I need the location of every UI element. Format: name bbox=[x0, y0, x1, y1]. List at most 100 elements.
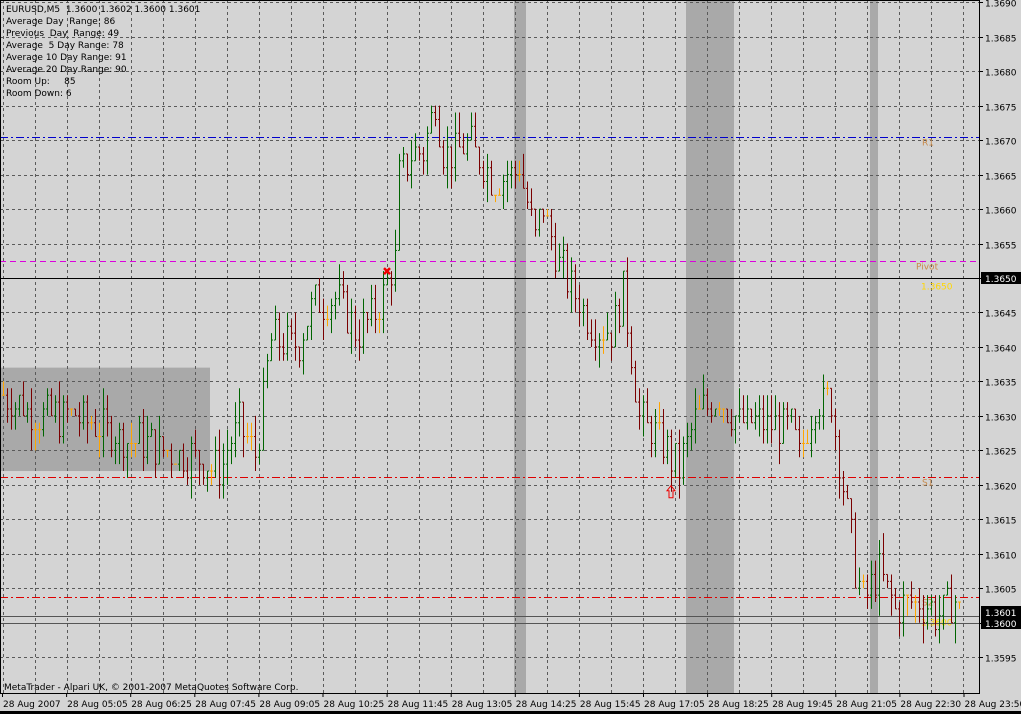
ohlc-bar bbox=[958, 601, 961, 609]
x-tick-label: 28 Aug 23:50 bbox=[965, 700, 1021, 710]
ohlc-bar bbox=[298, 346, 301, 368]
ohlc-bar bbox=[482, 160, 485, 189]
ohlc-bar bbox=[950, 574, 953, 624]
ohlc-bar bbox=[502, 174, 505, 210]
y-tick-label: 1.3625 bbox=[985, 448, 1017, 458]
ohlc-bar bbox=[858, 567, 861, 596]
ohlc-bar bbox=[566, 243, 569, 299]
ohlc-bar bbox=[794, 408, 797, 431]
ohlc-bar bbox=[554, 222, 557, 278]
ohlc-bar bbox=[814, 415, 817, 444]
x-tick-label: 28 Aug 14:25 bbox=[516, 700, 577, 710]
ohlc-bar bbox=[486, 153, 489, 203]
x-tick-label: 28 Aug 07:45 bbox=[195, 700, 256, 710]
ohlc-bar bbox=[370, 284, 373, 327]
ohlc-bar bbox=[606, 312, 609, 341]
ohlc-bar bbox=[762, 395, 765, 444]
ohlc-bar bbox=[834, 408, 837, 451]
ohlc-bar bbox=[238, 388, 241, 437]
ohlc-bar bbox=[398, 153, 401, 251]
ohlc-bar bbox=[742, 395, 745, 424]
ohlc-bar bbox=[818, 408, 821, 430]
ohlc-bar bbox=[258, 443, 261, 465]
previous-day-range: Previous Day Range: 49 bbox=[6, 29, 120, 39]
ohlc-bar bbox=[422, 147, 425, 175]
price-chart[interactable]: 1.3690 1.3685 1.3680 1.3675 1.3670 1.3665 1.36… bbox=[0, 0, 1021, 714]
ohlc-bar bbox=[394, 229, 397, 292]
pivot-level-value-pivot: 1.3650 bbox=[921, 283, 953, 293]
average-10-day-range: Average 10 Day Range: 91 bbox=[6, 53, 127, 63]
ohlc-bar bbox=[418, 146, 421, 161]
ohlc-bar bbox=[218, 429, 221, 499]
ohlc-bar bbox=[326, 305, 329, 327]
ohlc-bar bbox=[882, 533, 885, 582]
ohlc-bar bbox=[426, 126, 429, 175]
ohlc-bar bbox=[478, 146, 481, 175]
ohlc-bar bbox=[594, 319, 597, 361]
ohlc-bar bbox=[526, 181, 529, 210]
ohlc-bar bbox=[798, 415, 801, 458]
ohlc-bar bbox=[910, 581, 913, 609]
chart-frame bbox=[0, 0, 980, 694]
ohlc-bar bbox=[534, 208, 537, 237]
ohlc-bar bbox=[902, 581, 905, 637]
ohlc-bar bbox=[766, 395, 769, 444]
ohlc-bar bbox=[890, 574, 893, 616]
ohlc-bar bbox=[374, 284, 377, 334]
pivot-level-label-s1: S1 bbox=[922, 479, 933, 489]
ohlc-bar bbox=[542, 208, 545, 223]
ohlc-bar bbox=[734, 415, 737, 444]
ohlc-bar bbox=[642, 395, 645, 437]
y-tick-label: 1.3615 bbox=[985, 517, 1017, 527]
x-tick-label: 28 Aug 11:45 bbox=[388, 700, 449, 710]
y-tick-label: 1.3630 bbox=[985, 414, 1017, 424]
y-tick-label: 1.3660 bbox=[985, 207, 1017, 217]
ohlc-bar bbox=[826, 381, 829, 396]
ohlc-bar bbox=[222, 443, 225, 499]
ohlc-bar bbox=[458, 112, 461, 148]
ohlc-bar bbox=[530, 188, 533, 216]
ohlc-bar bbox=[802, 429, 805, 458]
ohlc-bar bbox=[362, 298, 365, 354]
ohlc-bar bbox=[278, 312, 281, 361]
ohlc-bar bbox=[842, 471, 845, 506]
y-tick-label: 1.3595 bbox=[985, 655, 1017, 665]
y-tick-label: 1.3610 bbox=[985, 552, 1017, 562]
ohlc-bar bbox=[442, 140, 445, 175]
y-tick-label: 1.3635 bbox=[985, 379, 1017, 389]
ohlc-bar bbox=[378, 312, 381, 334]
ohlc-bar bbox=[274, 305, 277, 341]
ohlc-bar bbox=[806, 429, 809, 444]
ohlc-bar bbox=[822, 374, 825, 430]
ohlc-bar bbox=[310, 291, 313, 341]
ohlc-bar bbox=[286, 312, 289, 361]
ohlc-bar bbox=[334, 291, 337, 320]
ohlc-bar bbox=[382, 271, 385, 334]
ohlc-bar bbox=[754, 402, 757, 430]
y-tick-label: 1.3685 bbox=[985, 35, 1017, 45]
ohlc-bar bbox=[894, 588, 897, 610]
ohlc-bar bbox=[318, 278, 321, 313]
ohlc-bar bbox=[778, 402, 781, 465]
ohlc-bar bbox=[470, 112, 473, 141]
ohlc-bar bbox=[574, 264, 577, 313]
ohlc-bar bbox=[830, 387, 833, 423]
ohlc-bar bbox=[638, 388, 641, 430]
ohlc-bar bbox=[586, 298, 589, 341]
ohlc-bar bbox=[214, 436, 217, 478]
y-tick-label: 1.3640 bbox=[985, 345, 1017, 355]
ohlc-bar bbox=[618, 298, 621, 334]
ohlc-bar bbox=[838, 429, 841, 499]
ohlc-bar bbox=[662, 408, 665, 465]
ohlc-bar bbox=[758, 395, 761, 437]
ohlc-bar bbox=[610, 332, 613, 361]
ohlc-bar bbox=[430, 105, 433, 134]
current-price-label: 1.3600 bbox=[985, 620, 1017, 630]
ohlc-bar bbox=[474, 112, 477, 148]
ohlc-bar bbox=[906, 594, 909, 616]
ohlc-bar bbox=[254, 415, 257, 472]
ohlc-bar bbox=[454, 112, 457, 182]
room-down: Room Down: 6 bbox=[6, 89, 72, 99]
ohlc-bar bbox=[670, 429, 673, 492]
ohlc-bar bbox=[290, 319, 293, 341]
